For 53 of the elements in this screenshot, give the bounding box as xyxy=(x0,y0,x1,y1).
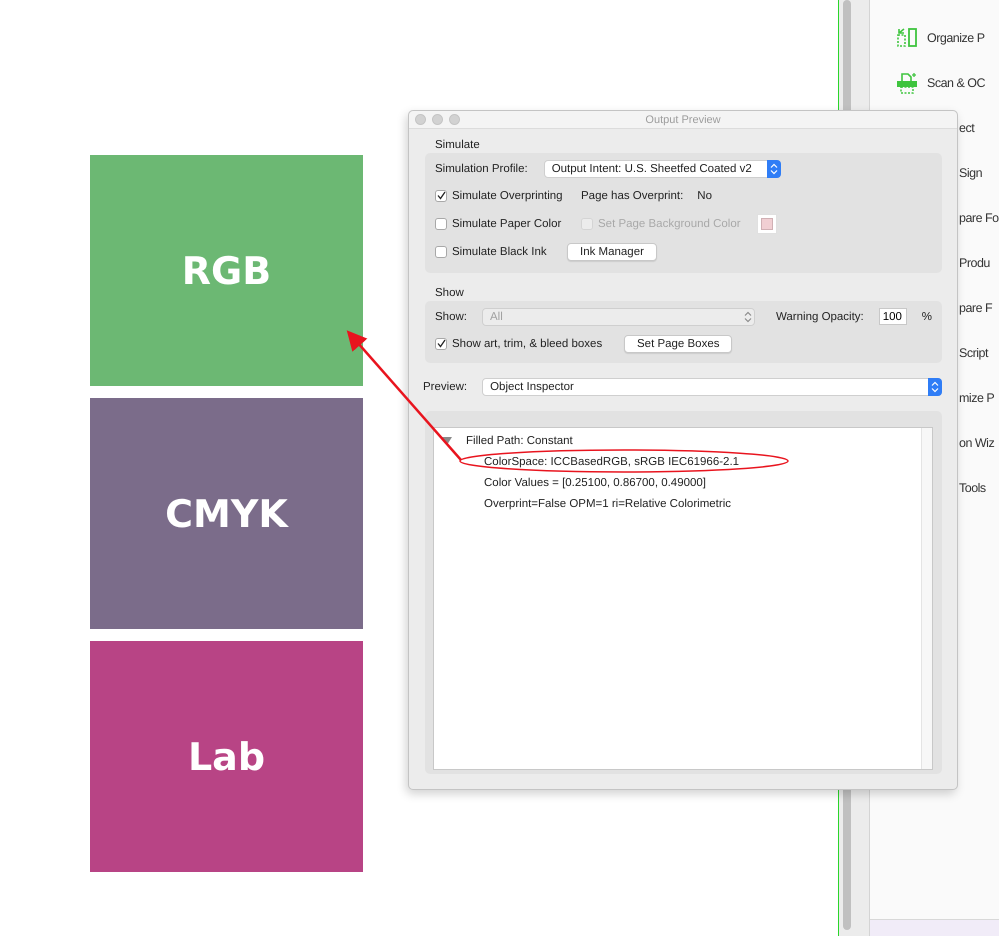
property-line: Color Values = [0.25100, 0.86700, 0.49000] xyxy=(483,476,706,488)
color-swatch: CMYK xyxy=(90,398,363,629)
opacity-field[interactable]: 100 xyxy=(878,308,907,325)
check-icon xyxy=(436,191,446,200)
tool-item[interactable]: Tools xyxy=(959,480,986,494)
stepper-icon xyxy=(931,381,939,393)
field-value: No xyxy=(697,190,712,202)
tool-item[interactable]: Scan & OC xyxy=(927,76,986,90)
section-heading: Simulate xyxy=(434,139,481,153)
disclosure-triangle-icon[interactable] xyxy=(442,436,452,446)
pages-icon xyxy=(896,26,918,48)
profile-select[interactable]: Output Intent: U.S. Sheetfed Coated v2 xyxy=(544,160,781,178)
tool-item[interactable]: Produ xyxy=(959,256,990,270)
field-label: Show: xyxy=(435,310,467,322)
stepper-icon xyxy=(770,163,778,175)
tool-item[interactable]: pare Fo xyxy=(959,210,999,224)
tool-item[interactable]: on Wiz xyxy=(959,436,994,450)
field-label: Warning Opacity: xyxy=(776,310,864,322)
window-title: Output Preview xyxy=(645,114,721,126)
checkbox-label: Set Page Background Color xyxy=(598,218,741,230)
zoom-button[interactable] xyxy=(449,114,460,125)
field-label: Page has Overprint: xyxy=(581,190,684,202)
tool-item[interactable]: ect xyxy=(959,120,974,134)
checkbox[interactable] xyxy=(435,338,447,350)
checkbox[interactable] xyxy=(435,190,447,202)
section-heading: Show xyxy=(434,287,465,301)
color-swatch: Lab xyxy=(90,641,363,872)
page-boxes-button[interactable]: Set Page Boxes xyxy=(624,334,732,352)
property-line: Overprint=False OPM=1 ri=Relative Colorimetric xyxy=(483,498,732,510)
tool-item[interactable]: Script xyxy=(959,346,988,360)
tool-item[interactable]: Sign xyxy=(959,166,982,180)
field-label: Preview: xyxy=(423,381,468,393)
checkbox-label: Simulate Black Ink xyxy=(452,246,547,258)
unit-label: % xyxy=(922,310,932,322)
checkbox-label: Simulate Paper Color xyxy=(452,218,562,230)
checkbox[interactable] xyxy=(435,218,447,230)
tool-item[interactable]: mize P xyxy=(959,390,994,404)
check-icon xyxy=(436,339,446,348)
close-button[interactable] xyxy=(415,114,426,125)
ink-manager-button[interactable]: Ink Manager xyxy=(567,243,657,261)
checkbox[interactable] xyxy=(435,246,447,258)
scanner-icon xyxy=(896,72,918,94)
tool-item[interactable]: pare F xyxy=(959,300,992,314)
stepper-icon xyxy=(744,310,752,322)
preview-select[interactable]: Object Inspector xyxy=(482,378,942,396)
minimize-button[interactable] xyxy=(432,114,443,125)
field-label: Simulation Profile: xyxy=(435,163,528,175)
color-swatch: RGB xyxy=(90,155,363,386)
checkbox-label: Show art, trim, & bleed boxes xyxy=(452,338,602,350)
property-line: ColorSpace: ICCBasedRGB, sRGB IEC61966-2.1 xyxy=(483,456,740,468)
tool-item[interactable]: Organize P xyxy=(927,30,985,44)
checkbox-label: Simulate Overprinting xyxy=(452,190,563,202)
tree-item[interactable]: Filled Path: Constant xyxy=(466,434,573,446)
